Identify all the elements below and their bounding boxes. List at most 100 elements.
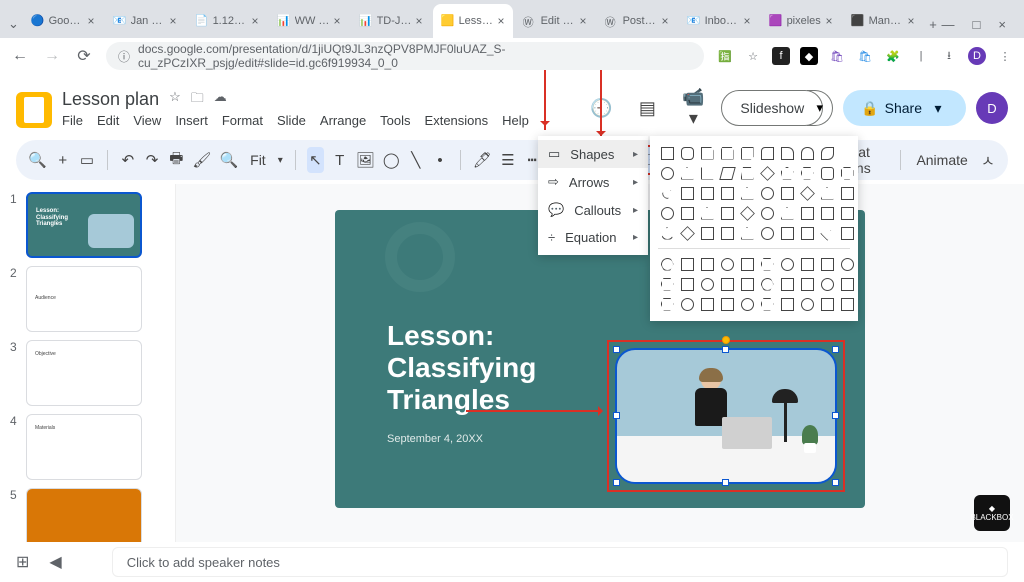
bookmark-icon[interactable]: ☆ bbox=[744, 47, 762, 65]
shape-pentagon[interactable] bbox=[778, 164, 796, 182]
selection-handle[interactable] bbox=[613, 479, 620, 486]
close-icon[interactable]: × bbox=[498, 14, 505, 28]
shape-option[interactable] bbox=[838, 255, 856, 273]
selection-handle[interactable] bbox=[613, 346, 620, 353]
selection-handle[interactable] bbox=[722, 479, 729, 486]
extensions-menu-icon[interactable]: 🧩 bbox=[884, 47, 902, 65]
shape-option[interactable] bbox=[718, 255, 736, 273]
share-button[interactable]: 🔒Share▾ bbox=[843, 90, 966, 126]
menu-file[interactable]: File bbox=[62, 113, 83, 128]
shape-option[interactable] bbox=[698, 275, 716, 293]
undo-icon[interactable]: ↶ bbox=[120, 147, 136, 173]
close-icon[interactable]: × bbox=[252, 14, 259, 28]
shape-option[interactable] bbox=[778, 204, 796, 222]
shape-option[interactable] bbox=[678, 295, 696, 313]
selection-handle[interactable] bbox=[832, 412, 839, 419]
new-tab-button[interactable]: + bbox=[925, 10, 942, 38]
browser-tab[interactable]: ⬛Man Sit× bbox=[843, 4, 923, 38]
shape-trapezoid[interactable] bbox=[738, 164, 756, 182]
menu-slide[interactable]: Slide bbox=[277, 113, 306, 128]
shape-triangle[interactable] bbox=[678, 164, 696, 182]
chrome-menu-icon[interactable]: ⋮ bbox=[996, 47, 1014, 65]
slide-title[interactable]: Lesson:ClassifyingTriangles September 4,… bbox=[387, 320, 536, 445]
browser-tab[interactable]: 📧Jan 202× bbox=[105, 4, 185, 38]
menu-help[interactable]: Help bbox=[502, 113, 529, 128]
shape-option[interactable] bbox=[778, 255, 796, 273]
shape-snip-corner[interactable] bbox=[698, 144, 716, 162]
masked-image[interactable] bbox=[615, 348, 837, 484]
layout-icon[interactable]: ▭ bbox=[79, 147, 95, 173]
document-title[interactable]: Lesson plan bbox=[62, 89, 159, 110]
shape-oval[interactable] bbox=[658, 164, 676, 182]
line-color-icon[interactable]: 🖊 bbox=[473, 147, 492, 173]
mask-menu-shapes[interactable]: ▭Shapes▸ bbox=[538, 140, 648, 168]
shape-round-diag[interactable] bbox=[818, 144, 836, 162]
shape-option[interactable] bbox=[818, 224, 836, 242]
menu-insert[interactable]: Insert bbox=[175, 113, 208, 128]
menu-format[interactable]: Format bbox=[222, 113, 263, 128]
shape-option[interactable] bbox=[678, 224, 696, 242]
browser-tab[interactable]: 📧Inbox (9× bbox=[679, 4, 759, 38]
shape-option[interactable] bbox=[778, 275, 796, 293]
shape-option[interactable] bbox=[818, 204, 836, 222]
image-icon[interactable]: 🖼 bbox=[356, 147, 375, 173]
shape-option[interactable] bbox=[798, 204, 816, 222]
shape-round-same[interactable] bbox=[798, 144, 816, 162]
cloud-status-icon[interactable]: ☁ bbox=[214, 89, 227, 111]
reload-button[interactable]: ⟳ bbox=[74, 46, 94, 66]
shape-option[interactable] bbox=[838, 204, 856, 222]
shape-option[interactable] bbox=[658, 224, 676, 242]
browser-tab[interactable]: ⓌPosts ‹ S× bbox=[597, 4, 677, 38]
filmstrip[interactable]: 1 Lesson:ClassifyingTriangles 2 Audience… bbox=[0, 184, 156, 542]
browser-tab[interactable]: ⓌEdit Pos× bbox=[515, 4, 595, 38]
menu-view[interactable]: View bbox=[133, 113, 161, 128]
slides-logo-icon[interactable] bbox=[16, 92, 52, 128]
menu-edit[interactable]: Edit bbox=[97, 113, 119, 128]
window-minimize-icon[interactable]: — bbox=[942, 17, 955, 32]
close-icon[interactable]: × bbox=[826, 14, 833, 28]
browser-tab[interactable]: 📊TD-JAN× bbox=[351, 4, 431, 38]
browser-tab[interactable]: 🟪pixeles× bbox=[761, 4, 841, 38]
close-icon[interactable]: × bbox=[88, 14, 95, 28]
line-icon[interactable]: ╲ bbox=[408, 147, 424, 173]
back-button[interactable]: ← bbox=[10, 47, 30, 65]
shape-rectangle[interactable] bbox=[658, 144, 676, 162]
shape-option[interactable] bbox=[798, 224, 816, 242]
explore-badge[interactable]: ◆BLACKBOX bbox=[974, 495, 1010, 531]
shape-option[interactable] bbox=[838, 224, 856, 242]
mask-menu-callouts[interactable]: 💬Callouts▸ bbox=[538, 196, 648, 224]
shape-option[interactable] bbox=[738, 255, 756, 273]
shape-option[interactable] bbox=[758, 224, 776, 242]
window-maximize-icon[interactable]: □ bbox=[973, 17, 981, 32]
shape-option[interactable] bbox=[738, 275, 756, 293]
shape-option[interactable] bbox=[798, 255, 816, 273]
shape-option[interactable] bbox=[658, 255, 676, 273]
filmstrip-toggle-icon[interactable]: ◀ bbox=[49, 552, 61, 572]
new-slide-icon[interactable]: + bbox=[55, 147, 71, 173]
downloads-icon[interactable]: ⭳ bbox=[940, 47, 958, 65]
close-icon[interactable]: × bbox=[416, 14, 423, 28]
shape-option[interactable] bbox=[698, 295, 716, 313]
window-close-icon[interactable]: × bbox=[998, 17, 1006, 32]
forward-button[interactable]: → bbox=[42, 47, 62, 65]
slideshow-dropdown[interactable]: ▾ bbox=[807, 90, 833, 126]
shape-option[interactable] bbox=[658, 275, 676, 293]
browser-tab[interactable]: 📊WW - C× bbox=[269, 4, 349, 38]
shape-option[interactable] bbox=[758, 255, 776, 273]
close-icon[interactable]: × bbox=[334, 14, 341, 28]
chevron-down-icon[interactable]: ▾ bbox=[928, 100, 948, 117]
extension-icon[interactable]: 🛍 bbox=[856, 47, 874, 65]
shape-rounded-rectangle[interactable] bbox=[678, 144, 696, 162]
paint-format-icon[interactable]: 🖌 bbox=[192, 147, 211, 173]
speaker-notes[interactable]: Click to add speaker notes bbox=[112, 547, 1008, 577]
omnibox[interactable]: ⓘ docs.google.com/presentation/d/1jiUQt9… bbox=[106, 42, 704, 70]
shape-option[interactable] bbox=[658, 295, 676, 313]
menu-arrange[interactable]: Arrange bbox=[320, 113, 366, 128]
slide-thumbnail[interactable]: Materials bbox=[26, 414, 142, 480]
mask-menu-arrows[interactable]: ⇨Arrows▸ bbox=[538, 168, 648, 196]
shape-option[interactable] bbox=[718, 295, 736, 313]
shape-option[interactable] bbox=[698, 224, 716, 242]
collapse-toolbar-icon[interactable]: ㅅ bbox=[980, 147, 996, 173]
zoom-icon[interactable]: 🔍 bbox=[219, 147, 238, 173]
shape-option[interactable] bbox=[718, 204, 736, 222]
